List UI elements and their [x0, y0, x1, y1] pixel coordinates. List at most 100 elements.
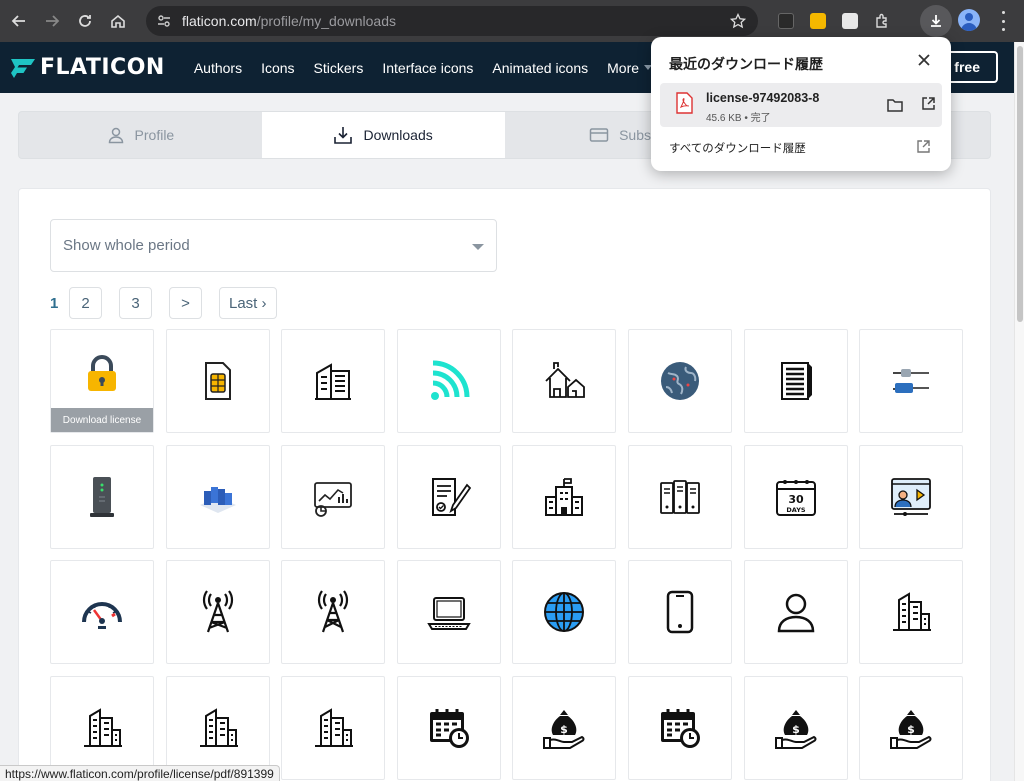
download-item[interactable] [165, 329, 270, 433]
address-bar[interactable]: flaticon.com/profile/my_downloads [146, 6, 758, 36]
wifi-signal-icon [430, 360, 470, 400]
download-item[interactable] [859, 444, 964, 549]
download-item[interactable]: $ [512, 675, 617, 780]
period-select[interactable]: Show whole period [50, 219, 497, 272]
open-external-icon[interactable] [916, 139, 931, 154]
calendar-clock-icon [429, 708, 469, 748]
page-2-button[interactable]: 2 [69, 287, 102, 319]
download-item[interactable] [512, 329, 617, 433]
download-item[interactable]: $ [743, 675, 848, 780]
money-bag-hand-icon: $ [774, 709, 817, 749]
scroll-thumb[interactable] [1017, 46, 1023, 322]
site-settings-icon[interactable] [156, 13, 172, 29]
svg-text:30: 30 [788, 493, 804, 506]
download-entry[interactable]: license-97492083-891399 45.6 KB • 完了 [660, 83, 942, 127]
avatar-icon [961, 13, 977, 31]
back-button[interactable] [5, 7, 33, 35]
extension-dark-icon[interactable] [778, 13, 794, 29]
download-item[interactable] [512, 444, 617, 549]
download-item[interactable]: $ [859, 675, 964, 780]
folder-icon[interactable] [887, 98, 903, 112]
forward-button[interactable] [38, 7, 66, 35]
extension-yellow-icon[interactable] [810, 13, 826, 29]
video-lesson-icon [891, 477, 932, 516]
period-select-label: Show whole period [63, 237, 190, 254]
page-scrollbar[interactable] [1014, 42, 1024, 781]
tab-downloads[interactable]: Downloads [261, 112, 505, 158]
tab-downloads-label: Downloads [363, 127, 433, 143]
link-status-bar: https://www.flaticon.com/profile/license… [0, 765, 280, 781]
download-item[interactable] [627, 329, 732, 433]
flaticon-logo[interactable]: FLATICON [10, 55, 165, 80]
open-external-icon[interactable] [921, 96, 936, 111]
download-item[interactable]: Download license [50, 329, 154, 433]
svg-text:$: $ [792, 723, 800, 736]
buildings-icon [315, 708, 354, 747]
download-item[interactable] [396, 675, 501, 780]
download-item[interactable] [281, 560, 386, 665]
arrow-right-icon [46, 15, 60, 27]
download-item[interactable] [396, 329, 501, 433]
download-item[interactable] [627, 444, 732, 549]
bookmark-star-icon[interactable] [730, 13, 746, 29]
buildings-icon [84, 708, 122, 747]
download-license-button[interactable]: Download license [51, 408, 153, 432]
download-icon [931, 15, 941, 27]
download-item[interactable] [396, 444, 501, 549]
laptop-icon [427, 597, 471, 631]
flaticon-logo-icon [11, 58, 35, 78]
nav-icons[interactable]: Icons [261, 60, 294, 76]
network-cable-icon [893, 369, 930, 393]
download-item[interactable] [743, 560, 848, 665]
globe-blue-icon [544, 592, 585, 633]
extension-board-icon[interactable] [842, 13, 858, 29]
pagination: 1 2 3 > Last › [50, 287, 294, 319]
page-3-button[interactable]: 3 [119, 287, 152, 319]
contract-sign-icon [431, 477, 471, 516]
puzzle-icon[interactable] [874, 13, 890, 29]
nav-animated-icons[interactable]: Animated icons [492, 60, 588, 76]
download-item[interactable] [281, 329, 386, 433]
download-item[interactable] [512, 560, 617, 665]
nav-stickers[interactable]: Stickers [314, 60, 364, 76]
download-item[interactable] [859, 560, 964, 665]
download-item[interactable] [165, 444, 270, 549]
calendar-30-days-icon: 30DAYS [775, 479, 816, 516]
download-item[interactable] [281, 675, 386, 780]
user-icon [777, 593, 814, 633]
download-item[interactable] [281, 444, 386, 549]
all-downloads-link[interactable]: すべてのダウンロード履歴 [669, 140, 806, 156]
padlock-icon [88, 355, 116, 391]
nav-interface-icons[interactable]: Interface icons [382, 60, 473, 76]
nav-more[interactable]: More [607, 60, 653, 76]
browser-menu-button[interactable] [996, 11, 1010, 31]
buildings-icon [893, 592, 932, 632]
download-item[interactable] [627, 675, 732, 780]
page-next-button[interactable]: > [169, 287, 202, 319]
download-item[interactable] [627, 560, 732, 665]
download-item[interactable] [165, 560, 270, 665]
download-item[interactable]: 30 DAYS [743, 444, 848, 549]
card-icon [589, 128, 609, 142]
profile-avatar[interactable] [958, 9, 980, 31]
downloads-button[interactable] [920, 5, 952, 37]
downloads-grid: Download license 30 DAYS $ $ $ [50, 329, 964, 780]
home-icon [111, 14, 125, 28]
logo-text: FLATICON [40, 55, 165, 80]
chevron-down-icon [472, 244, 484, 250]
data-center-icon [199, 486, 236, 513]
close-icon[interactable] [917, 53, 931, 67]
download-item[interactable] [50, 560, 154, 665]
school-building-icon [545, 477, 584, 516]
home-button[interactable] [104, 7, 132, 35]
download-item[interactable] [859, 329, 964, 433]
svg-text:DAYS: DAYS [786, 506, 806, 514]
page-last-button[interactable]: Last › [219, 287, 277, 319]
download-item[interactable] [743, 329, 848, 433]
reload-button[interactable] [71, 7, 99, 35]
download-item[interactable] [50, 444, 154, 549]
download-item[interactable] [396, 560, 501, 665]
tab-profile[interactable]: Profile [19, 112, 262, 158]
download-file-name: license-97492083-891399 [706, 91, 819, 105]
nav-authors[interactable]: Authors [194, 60, 242, 76]
